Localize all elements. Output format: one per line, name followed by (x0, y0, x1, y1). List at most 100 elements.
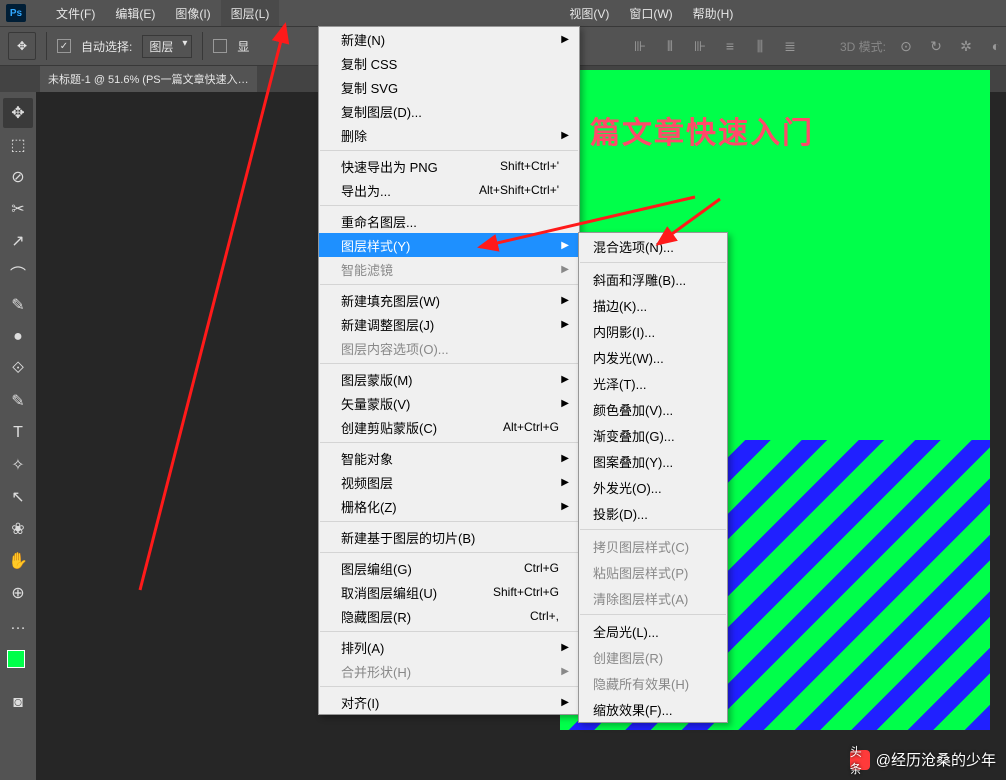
menu-separator (320, 686, 578, 687)
submenu-item: 清除图层样式(A) (579, 585, 727, 611)
submenu-item[interactable]: 全局光(L)... (579, 618, 727, 644)
submenu-item[interactable]: 缩放效果(F)... (579, 696, 727, 722)
tool-10[interactable]: T (3, 418, 33, 448)
canvas-text-layer[interactable]: 篇文章快速入门 (590, 108, 980, 152)
menu-item[interactable]: 排列(A)▶ (319, 635, 579, 659)
menu-item[interactable]: 复制 CSS (319, 51, 579, 75)
menu-window[interactable]: 窗口(W) (619, 0, 682, 26)
3d-icon[interactable]: ✲ (956, 36, 976, 56)
watermark-text: @经历沧桑的少年 (876, 749, 996, 770)
tool-7[interactable]: ● (3, 322, 33, 352)
show-checkbox[interactable] (213, 39, 227, 53)
submenu-item[interactable]: 渐变叠加(G)... (579, 422, 727, 448)
menu-item[interactable]: 图层蒙版(M)▶ (319, 367, 579, 391)
align-icon[interactable]: ⊪ (690, 36, 710, 56)
submenu-item[interactable]: 内发光(W)... (579, 344, 727, 370)
menu-separator (320, 521, 578, 522)
submenu-item: 创建图层(R) (579, 644, 727, 670)
tool-14[interactable]: ✋ (3, 546, 33, 576)
tool-0[interactable]: ✥ (3, 98, 33, 128)
menu-item[interactable]: 新建(N)▶ (319, 27, 579, 51)
align-icon[interactable]: ⫴ (660, 36, 680, 56)
menu-help[interactable]: 帮助(H) (683, 0, 744, 26)
3d-icon[interactable]: ⊙ (896, 36, 916, 56)
distribute-icon[interactable]: ⫼ (750, 36, 770, 56)
submenu-item[interactable]: 光泽(T)... (579, 370, 727, 396)
menu-item[interactable]: 对齐(I)▶ (319, 690, 579, 714)
tool-12[interactable]: ↖ (3, 482, 33, 512)
quick-mask[interactable]: ◙ (3, 688, 33, 718)
menu-item[interactable]: 取消图层编组(U)Shift+Ctrl+G (319, 580, 579, 604)
submenu-item: 拷贝图层样式(C) (579, 533, 727, 559)
auto-select-checkbox[interactable]: ✓ (57, 39, 71, 53)
menu-edit[interactable]: 编辑(E) (105, 0, 165, 26)
submenu-item[interactable]: 混合选项(N)... (579, 233, 727, 259)
menu-item[interactable]: 图层编组(G)Ctrl+G (319, 556, 579, 580)
menu-image[interactable]: 图像(I) (165, 0, 220, 26)
menu-separator (580, 614, 726, 615)
submenu-item[interactable]: 描边(K)... (579, 292, 727, 318)
menu-separator (320, 442, 578, 443)
layer-select-dropdown[interactable]: 图层 (142, 35, 192, 58)
menu-item[interactable]: 视频图层▶ (319, 470, 579, 494)
distribute-icon[interactable]: ≣ (780, 36, 800, 56)
tool-15[interactable]: ⊕ (3, 578, 33, 608)
menu-item[interactable]: 图层样式(Y)▶ (319, 233, 579, 257)
menu-item[interactable]: 新建调整图层(J)▶ (319, 312, 579, 336)
menu-item[interactable]: 创建剪贴蒙版(C)Alt+Ctrl+G (319, 415, 579, 439)
tool-6[interactable]: ✎ (3, 290, 33, 320)
tool-1[interactable]: ⬚ (3, 130, 33, 160)
tool-8[interactable]: ⟐ (3, 354, 33, 384)
menu-separator (320, 552, 578, 553)
move-tool-icon[interactable]: ✥ (8, 32, 36, 60)
menu-item[interactable]: 新建填充图层(W)▶ (319, 288, 579, 312)
layer-style-submenu[interactable]: 混合选项(N)... 斜面和浮雕(B)...描边(K)...内阴影(I)...内发… (578, 232, 728, 723)
layer-dropdown-menu[interactable]: 新建(N)▶复制 CSS复制 SVG复制图层(D)...删除▶ 快速导出为 PNG… (318, 26, 580, 715)
menu-separator (320, 150, 578, 151)
tool-4[interactable]: ↗ (3, 226, 33, 256)
tool-16[interactable]: … (3, 610, 33, 640)
divider (202, 32, 203, 60)
divider (46, 32, 47, 60)
menu-item[interactable]: 删除▶ (319, 123, 579, 147)
submenu-item[interactable]: 内阴影(I)... (579, 318, 727, 344)
menu-item[interactable]: 导出为...Alt+Shift+Ctrl+' (319, 178, 579, 202)
menu-item[interactable]: 智能对象▶ (319, 446, 579, 470)
tool-3[interactable]: ✂ (3, 194, 33, 224)
distribute-icon[interactable]: ≡ (720, 36, 740, 56)
submenu-item[interactable]: 颜色叠加(V)... (579, 396, 727, 422)
menu-item[interactable]: 栅格化(Z)▶ (319, 494, 579, 518)
menu-item[interactable]: 隐藏图层(R)Ctrl+, (319, 604, 579, 628)
menu-item[interactable]: 快速导出为 PNGShift+Ctrl+' (319, 154, 579, 178)
tool-5[interactable]: ⌒ (3, 258, 33, 288)
auto-select-label: 自动选择: (81, 38, 132, 55)
menu-item: 合并形状(H)▶ (319, 659, 579, 683)
menu-separator (320, 631, 578, 632)
menu-item: 图层内容选项(O)... (319, 336, 579, 360)
menu-view[interactable]: 视图(V) (559, 0, 619, 26)
submenu-item[interactable]: 斜面和浮雕(B)... (579, 266, 727, 292)
3d-icon[interactable]: ↻ (926, 36, 946, 56)
submenu-item[interactable]: 外发光(O)... (579, 474, 727, 500)
menu-item[interactable]: 复制 SVG (319, 75, 579, 99)
menu-file[interactable]: 文件(F) (46, 0, 105, 26)
menu-item[interactable]: 矢量蒙版(V)▶ (319, 391, 579, 415)
menu-separator (320, 363, 578, 364)
tool-13[interactable]: ❀ (3, 514, 33, 544)
menu-separator (320, 284, 578, 285)
submenu-item[interactable]: 图案叠加(Y)... (579, 448, 727, 474)
tool-11[interactable]: ✧ (3, 450, 33, 480)
menu-item[interactable]: 复制图层(D)... (319, 99, 579, 123)
menu-item[interactable]: 新建基于图层的切片(B) (319, 525, 579, 549)
menu-bar: Ps 文件(F)编辑(E)图像(I)图层(L)视图(V)窗口(W)帮助(H) (0, 0, 1006, 26)
3d-icon[interactable]: ◐ (986, 36, 1006, 56)
submenu-item[interactable]: 投影(D)... (579, 500, 727, 526)
align-icon[interactable]: ⊪ (630, 36, 650, 56)
tool-2[interactable]: ⊘ (3, 162, 33, 192)
tool-9[interactable]: ✎ (3, 386, 33, 416)
menu-layer[interactable]: 图层(L) (221, 0, 280, 26)
active-tab[interactable]: 未标题-1 @ 51.6% (PS一篇文章快速入… (40, 66, 257, 92)
color-swatch[interactable] (7, 650, 29, 672)
menu-item[interactable]: 重命名图层... (319, 209, 579, 233)
menu-separator (580, 529, 726, 530)
